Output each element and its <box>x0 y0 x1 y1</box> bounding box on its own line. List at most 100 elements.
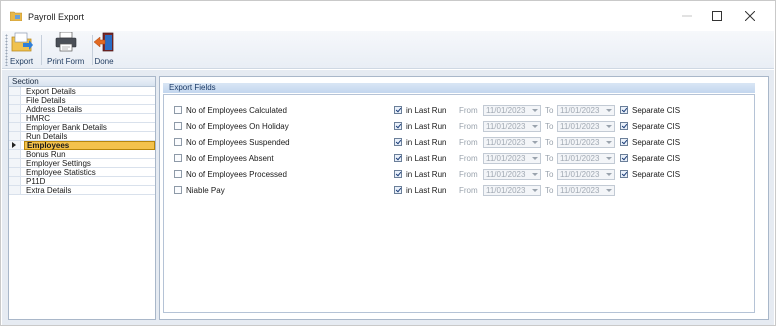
to-date-picker[interactable]: 11/01/2023 <box>557 105 615 116</box>
section-item-label: Bonus Run <box>26 150 66 159</box>
to-date-value: 11/01/2023 <box>560 154 600 163</box>
row-selector[interactable] <box>9 186 21 194</box>
to-date-picker[interactable]: 11/01/2023 <box>557 137 615 148</box>
row-selector[interactable] <box>9 150 21 158</box>
payroll-export-window: Payroll Export Export Print Form Done Se… <box>0 0 776 326</box>
export-button[interactable]: Export <box>10 32 33 66</box>
export-field-row: No of Employees Processed in Last Run Fr… <box>164 168 754 180</box>
from-date-picker[interactable]: 11/01/2023 <box>483 185 541 196</box>
row-selector[interactable] <box>9 123 21 131</box>
field-checkbox[interactable] <box>174 122 182 130</box>
section-item-label: Extra Details <box>26 186 72 195</box>
to-date-picker[interactable]: 11/01/2023 <box>557 185 615 196</box>
row-selector[interactable] <box>9 114 21 122</box>
row-selector[interactable] <box>9 141 21 149</box>
toolbar: Export Print Form Done <box>2 31 774 69</box>
chevron-down-icon[interactable] <box>603 138 614 147</box>
to-date-picker[interactable]: 11/01/2023 <box>557 169 615 180</box>
export-icon <box>11 32 33 52</box>
section-item-employer-bank-details[interactable]: Employer Bank Details <box>9 123 155 132</box>
chevron-down-icon[interactable] <box>529 106 540 115</box>
separate-cis-checkbox[interactable] <box>620 106 628 114</box>
in-last-run-label: in Last Run <box>406 106 447 115</box>
chevron-down-icon[interactable] <box>603 170 614 179</box>
print-form-button[interactable]: Print Form <box>47 32 84 66</box>
row-selector[interactable] <box>9 105 21 113</box>
section-item-run-details[interactable]: Run Details <box>9 132 155 141</box>
export-field-row: No of Employees Calculated in Last Run F… <box>164 104 754 116</box>
to-label: To <box>545 122 554 131</box>
title-bar: Payroll Export <box>1 1 775 31</box>
field-checkbox[interactable] <box>174 106 182 114</box>
section-item-employee-statistics[interactable]: Employee Statistics <box>9 168 155 177</box>
section-item-employees[interactable]: Employees <box>9 141 155 150</box>
current-row-arrow-icon <box>12 142 16 148</box>
chevron-down-icon[interactable] <box>603 106 614 115</box>
maximize-button[interactable] <box>702 7 732 25</box>
separate-cis-checkbox[interactable] <box>620 138 628 146</box>
from-date-picker[interactable]: 11/01/2023 <box>483 137 541 148</box>
minimize-button[interactable] <box>672 7 702 25</box>
row-selector[interactable] <box>9 177 21 185</box>
chevron-down-icon[interactable] <box>529 170 540 179</box>
in-last-run-checkbox[interactable] <box>394 170 402 178</box>
in-last-run-label: in Last Run <box>406 122 447 131</box>
in-last-run-checkbox[interactable] <box>394 122 402 130</box>
separate-cis-checkbox[interactable] <box>620 170 628 178</box>
section-list: Section Export Details File Details Addr… <box>8 76 156 320</box>
export-fields-group: No of Employees Calculated in Last Run F… <box>163 94 755 313</box>
field-checkbox[interactable] <box>174 154 182 162</box>
to-date-picker[interactable]: 11/01/2023 <box>557 121 615 132</box>
section-item-p11d[interactable]: P11D <box>9 177 155 186</box>
separate-cis-checkbox[interactable] <box>620 154 628 162</box>
from-date-picker[interactable]: 11/01/2023 <box>483 105 541 116</box>
printer-icon <box>55 32 76 52</box>
from-date-value: 11/01/2023 <box>486 154 526 163</box>
chevron-down-icon[interactable] <box>529 138 540 147</box>
section-item-file-details[interactable]: File Details <box>9 96 155 105</box>
export-field-row: No of Employees On Holiday in Last Run F… <box>164 120 754 132</box>
field-checkbox[interactable] <box>174 186 182 194</box>
row-selector[interactable] <box>9 132 21 140</box>
in-last-run-checkbox[interactable] <box>394 186 402 194</box>
toolbar-grip[interactable] <box>5 34 8 66</box>
chevron-down-icon[interactable] <box>603 186 614 195</box>
field-label: No of Employees Absent <box>186 154 274 163</box>
from-label: From <box>459 122 478 131</box>
to-date-value: 11/01/2023 <box>560 138 600 147</box>
field-label: No of Employees Processed <box>186 170 287 179</box>
section-item-export-details[interactable]: Export Details <box>9 87 155 96</box>
chevron-down-icon[interactable] <box>529 122 540 131</box>
chevron-down-icon[interactable] <box>603 154 614 163</box>
from-date-picker[interactable]: 11/01/2023 <box>483 169 541 180</box>
chevron-down-icon[interactable] <box>603 122 614 131</box>
row-selector[interactable] <box>9 159 21 167</box>
to-label: To <box>545 106 554 115</box>
row-selector[interactable] <box>9 87 21 95</box>
in-last-run-checkbox[interactable] <box>394 106 402 114</box>
row-selector[interactable] <box>9 96 21 104</box>
section-item-hmrc[interactable]: HMRC <box>9 114 155 123</box>
separate-cis-checkbox[interactable] <box>620 122 628 130</box>
section-item-employer-settings[interactable]: Employer Settings <box>9 159 155 168</box>
maximize-icon <box>712 11 722 21</box>
to-date-picker[interactable]: 11/01/2023 <box>557 153 615 164</box>
from-date-picker[interactable]: 11/01/2023 <box>483 153 541 164</box>
row-selector[interactable] <box>9 168 21 176</box>
from-date-picker[interactable]: 11/01/2023 <box>483 121 541 132</box>
chevron-down-icon[interactable] <box>529 154 540 163</box>
in-last-run-checkbox[interactable] <box>394 138 402 146</box>
done-button[interactable]: Done <box>93 32 115 66</box>
field-checkbox[interactable] <box>174 138 182 146</box>
section-item-bonus-run[interactable]: Bonus Run <box>9 150 155 159</box>
in-last-run-checkbox[interactable] <box>394 154 402 162</box>
field-checkbox[interactable] <box>174 170 182 178</box>
export-fields-panel: Export Fields No of Employees Calculated… <box>159 76 769 320</box>
from-date-value: 11/01/2023 <box>486 106 526 115</box>
chevron-down-icon[interactable] <box>529 186 540 195</box>
section-item-address-details[interactable]: Address Details <box>9 105 155 114</box>
section-item-label: P11D <box>26 177 46 186</box>
separate-cis-label: Separate CIS <box>632 154 681 163</box>
close-button[interactable] <box>735 7 765 25</box>
section-item-extra-details[interactable]: Extra Details <box>9 186 155 195</box>
